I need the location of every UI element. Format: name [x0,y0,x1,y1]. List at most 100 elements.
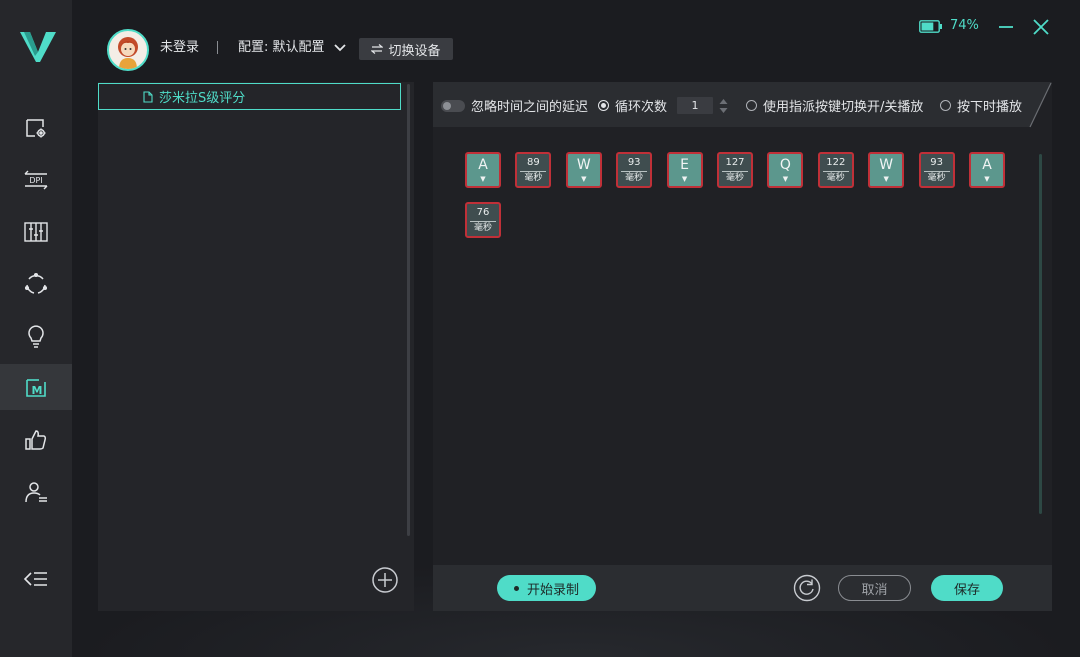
cancel-button[interactable]: 取消 [838,575,911,601]
loop-count-stepper-icon[interactable] [719,98,728,114]
editor-action-bar: 开始录制 取消 保存 [433,565,1052,611]
hold-play-radio[interactable] [940,100,951,111]
file-icon [143,90,153,103]
key-label: Q [779,156,791,173]
sidebar-item-lighting[interactable] [0,313,72,359]
delay-step[interactable]: 76 毫秒 [465,202,501,238]
key-step[interactable]: Q ▼ [767,152,804,188]
delay-value: 76 [476,206,490,218]
sidebar-item-equalizer[interactable] [0,209,72,255]
battery-icon [919,20,942,33]
sidebar-item-account[interactable] [0,469,72,515]
ignore-delay-label: 忽略时间之间的延迟 [471,100,589,115]
thumbs-up-icon [25,430,47,450]
delay-unit: 毫秒 [927,172,946,183]
key-step[interactable]: A ▼ [969,152,1005,188]
sidebar-item-sync[interactable] [0,261,72,307]
delay-unit: 毫秒 [473,222,492,233]
delay-divider [520,170,547,172]
hold-play-label: 按下时播放 [957,100,1023,115]
minimize-icon[interactable] [997,18,1015,36]
toggle-key-label: 使用指派按键切换开/关播放 [763,100,924,115]
macro-name: 莎米拉S级评分 [159,91,246,106]
delay-divider [722,170,748,172]
delay-step[interactable]: 93 毫秒 [918,152,955,188]
header-divider [217,41,218,54]
delay-value: 89 [527,156,540,168]
sidebar-item-macro[interactable]: M [0,364,72,410]
delay-step[interactable]: 93 毫秒 [616,152,653,188]
editor-scrollbar[interactable] [1039,154,1042,514]
delay-divider [470,220,496,222]
key-step[interactable]: W ▼ [868,152,905,188]
key-label: W [879,156,894,173]
loop-count-label: 循环次数 [615,100,668,115]
key-label: A [478,156,488,173]
config-label[interactable]: 配置: 默认配置 [238,40,325,56]
dpi-icon: DPI [24,170,48,190]
sync-icon [24,272,48,294]
device-settings-icon [26,119,46,138]
key-label: E [680,156,690,173]
key-step[interactable]: W ▼ [565,152,602,188]
hold-play-option[interactable]: 按下时播放 [940,96,1022,115]
sidebar-item-recommend[interactable] [0,417,72,463]
delay-step[interactable]: 89 毫秒 [515,152,552,188]
toggle-key-option[interactable]: 使用指派按键切换开/关播放 [746,96,923,115]
loop-count-option[interactable]: 循环次数 1 [598,96,728,115]
macro-list-panel: 莎米拉S级评分 [98,82,414,611]
macro-steps-area: A ▼ 89 毫秒 W ▼ 93 毫秒 E ▼ 127 毫秒 Q ▼ 122 毫秒 W ▼ 93 毫秒 A ▼ 76 毫秒 [465,152,1025,532]
key-down-arrow-icon: ▼ [883,174,889,183]
key-down-arrow-icon: ▼ [681,174,688,183]
start-record-button[interactable]: 开始录制 [497,575,596,601]
delay-step[interactable]: 122 毫秒 [817,152,854,188]
key-down-arrow-icon: ▼ [480,174,486,183]
delay-unit: 毫秒 [524,172,543,183]
user-settings-icon [25,482,47,503]
delay-divider [822,170,849,172]
loop-count-radio[interactable] [598,100,609,111]
start-record-label: 开始录制 [526,582,579,598]
add-macro-icon[interactable] [371,566,399,594]
reset-icon[interactable] [793,574,821,602]
delay-unit: 毫秒 [725,172,744,183]
svg-text:DPI: DPI [29,176,42,185]
sidebar: DPI M [0,0,72,657]
delay-unit: 毫秒 [826,172,845,183]
delay-step[interactable]: 127 毫秒 [717,152,753,188]
toggle-key-radio[interactable] [746,100,757,111]
list-scrollbar[interactable] [407,84,410,536]
key-down-arrow-icon: ▼ [782,174,789,183]
macro-list-item[interactable]: 莎米拉S级评分 [98,83,401,110]
record-dot-icon [513,585,519,591]
delay-value: 127 [725,156,745,168]
sidebar-item-device-settings[interactable] [0,105,72,151]
chevron-down-icon[interactable] [333,43,347,53]
delay-divider [621,170,648,172]
delay-value: 93 [930,156,943,168]
equalizer-icon [24,222,48,242]
switch-device-button[interactable]: 切换设备 [359,38,453,60]
avatar-image [118,37,138,69]
battery-percent: 74% [950,18,979,33]
key-step[interactable]: E ▼ [666,152,703,188]
macro-icon: M [26,379,46,397]
close-icon[interactable] [1032,18,1050,36]
collapse-sidebar-icon[interactable] [22,566,50,592]
save-button[interactable]: 保存 [931,575,1003,601]
key-label: W [576,156,591,173]
login-status[interactable]: 未登录 [160,40,199,56]
swap-icon [371,44,384,54]
delay-divider [923,170,950,172]
ignore-delay-toggle[interactable] [441,99,465,112]
user-avatar[interactable] [107,29,149,71]
loop-count-input[interactable]: 1 [677,97,714,114]
switch-device-label: 切换设备 [388,43,441,59]
key-step[interactable]: A ▼ [465,152,501,188]
ignore-delay-option[interactable]: 忽略时间之间的延迟 [441,96,588,115]
macro-editor-panel: 忽略时间之间的延迟 循环次数 1 使用指派按键切换开/关播放 按下时播放 A ▼ 8… [433,82,1052,611]
delay-value: 93 [627,156,641,168]
options-bar-edge [1029,82,1052,128]
sidebar-item-dpi[interactable]: DPI [0,157,72,203]
lightbulb-icon [28,325,44,348]
